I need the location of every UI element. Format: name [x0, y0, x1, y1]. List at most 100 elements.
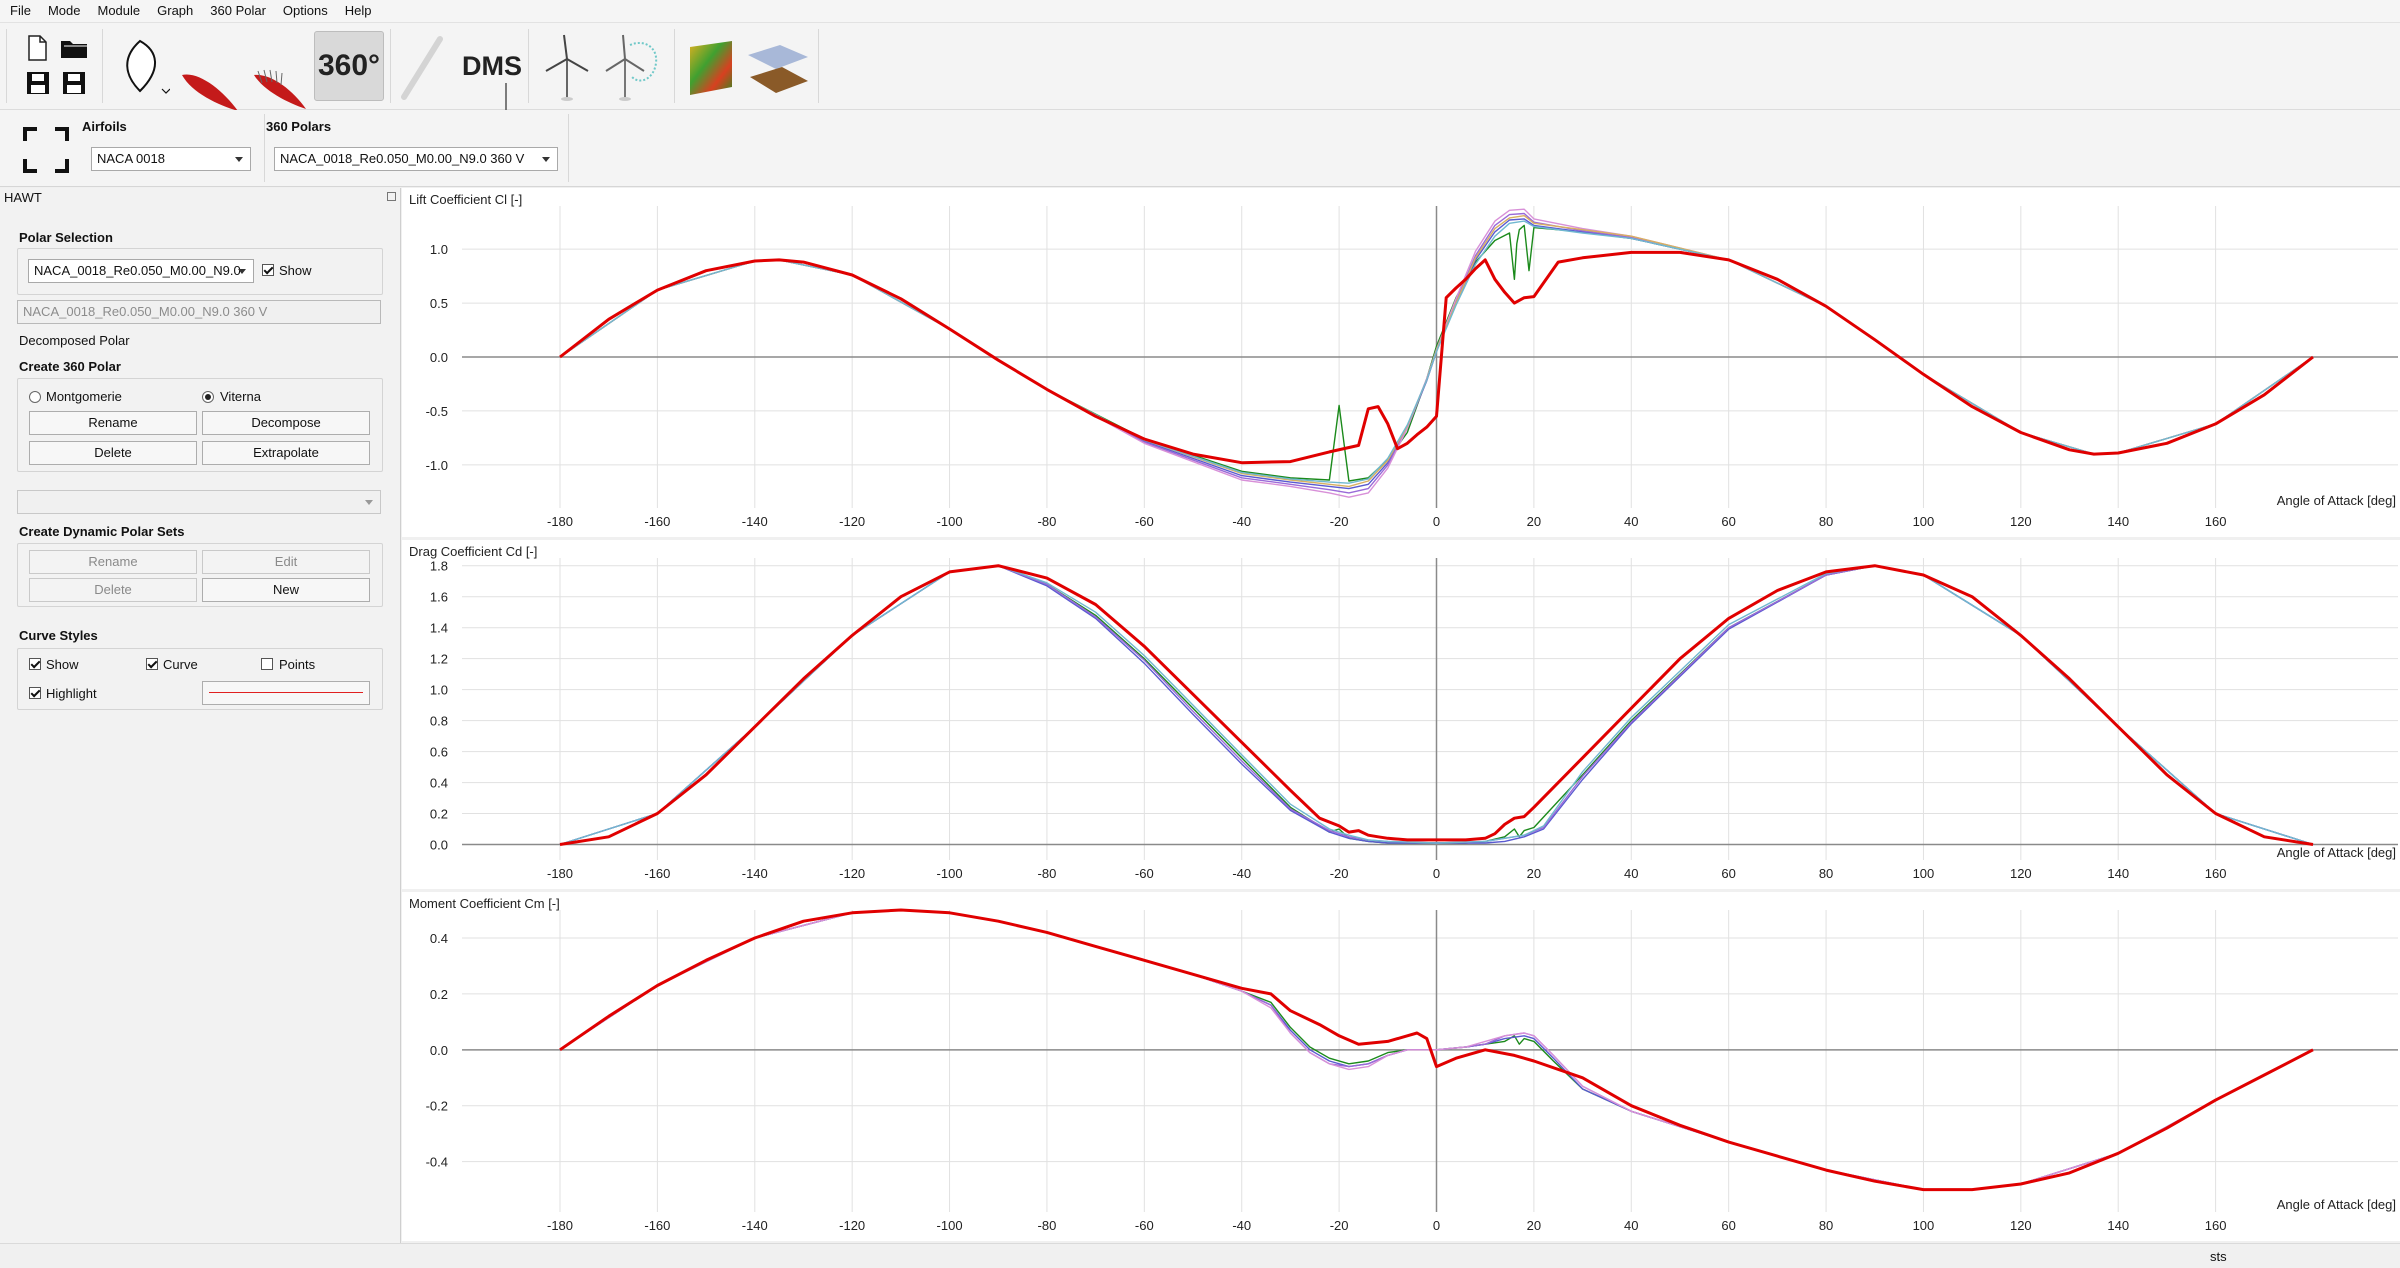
chart-panel-1[interactable]: -180 -160 -140 -120 -100 -80 -60 -40 -20 0 20 40 60 8… — [402, 188, 2400, 537]
highlight-checkbox[interactable] — [29, 687, 41, 699]
y-tick-label: 0.8 — [430, 714, 448, 729]
dynamic-polar-select[interactable] — [17, 490, 381, 514]
x-tick-label: -180 — [547, 1218, 573, 1233]
menu-mode[interactable]: Mode — [39, 0, 89, 22]
decompose-button[interactable]: Decompose — [202, 411, 370, 435]
x-tick-label: -120 — [839, 1218, 865, 1233]
x-tick-label: 40 — [1624, 514, 1638, 529]
new-project-icon[interactable] — [26, 35, 48, 61]
hawt-simulation-icon[interactable] — [600, 33, 660, 101]
x-tick-label: -80 — [1038, 1218, 1057, 1233]
menu-module[interactable]: Module — [88, 0, 148, 22]
points-checkbox[interactable] — [261, 658, 273, 670]
airfoil-select[interactable]: NACA 0018 — [91, 147, 251, 171]
x-tick-label: 60 — [1721, 866, 1735, 881]
show-curve-label: Show — [46, 657, 79, 672]
x-tick-label: 40 — [1624, 866, 1638, 881]
wind-field-icon[interactable] — [686, 39, 736, 97]
open-folder-icon[interactable] — [60, 37, 88, 59]
polar-graphs[interactable]: -180 -160 -140 -120 -100 -80 -60 -40 -20 0 20 40 60 8… — [402, 188, 2400, 1243]
hawt-turbine-icon[interactable] — [540, 33, 594, 101]
chart-background — [402, 540, 2400, 889]
dynamic-sets-title: Create Dynamic Polar Sets — [19, 524, 185, 539]
x-tick-label: 0 — [1433, 866, 1440, 881]
x-tick-label: -100 — [937, 866, 963, 881]
x-tick-label: -160 — [644, 1218, 670, 1233]
x-tick-label: -120 — [839, 514, 865, 529]
montgomerie-label: Montgomerie — [46, 389, 122, 404]
y-tick-label: 0.0 — [430, 350, 448, 365]
menu-file[interactable]: File — [0, 0, 39, 22]
create-360-title: Create 360 Polar — [19, 359, 121, 374]
x-tick-label: 80 — [1819, 514, 1833, 529]
x-tick-label: 100 — [1913, 866, 1935, 881]
x-tick-label: -140 — [742, 1218, 768, 1233]
new-set-button[interactable]: New — [202, 578, 370, 602]
x-tick-label: -100 — [937, 1218, 963, 1233]
curve-label: Curve — [163, 657, 198, 672]
show-polar-label: Show — [279, 263, 312, 278]
status-text: sts — [2210, 1249, 2227, 1264]
x-tick-label: 60 — [1721, 1218, 1735, 1233]
x-tick-label: 120 — [2010, 866, 2032, 881]
y-tick-label: 1.0 — [430, 242, 448, 257]
y-tick-label: 1.8 — [430, 559, 448, 574]
menu-options[interactable]: Options — [274, 0, 336, 22]
x-axis-label: Angle of Attack [deg] — [2277, 493, 2396, 508]
x-tick-label: 60 — [1721, 514, 1735, 529]
rename-set-button[interactable]: Rename — [29, 550, 197, 574]
viterna-radio[interactable] — [202, 391, 214, 403]
fullscreen-icon[interactable] — [22, 126, 70, 174]
delete-set-button[interactable]: Delete — [29, 578, 197, 602]
polar-name-value: NACA_0018_Re0.050_M0.00_N9.0 360 V — [23, 304, 268, 319]
highlight-label: Highlight — [46, 686, 97, 701]
x-tick-label: 160 — [2205, 1218, 2227, 1233]
delete-polar-button[interactable]: Delete — [29, 441, 197, 465]
polar-select[interactable]: NACA_0018_Re0.050_M0.00_N9.0 360 V — [274, 147, 558, 171]
polar-selection-select[interactable]: NACA_0018_Re0.050_M0.00_N9.0 — [28, 259, 254, 283]
curve-styles-title: Curve Styles — [19, 628, 98, 643]
polar-name-field[interactable]: NACA_0018_Re0.050_M0.00_N9.0 360 V — [17, 300, 381, 324]
curve-checkbox[interactable] — [146, 658, 158, 670]
menu-help[interactable]: Help — [336, 0, 380, 22]
y-tick-label: 0.0 — [430, 1043, 448, 1058]
x-tick-label: 120 — [2010, 1218, 2032, 1233]
x-tick-label: -140 — [742, 866, 768, 881]
show-curve-checkbox[interactable] — [29, 658, 41, 670]
chart-panel-2[interactable]: -180 -160 -140 -120 -100 -80 -60 -40 -20 0 20 40 60 8… — [402, 540, 2400, 889]
float-dock-icon[interactable] — [387, 192, 396, 201]
y-tick-label: 0.2 — [430, 987, 448, 1002]
polar-extrapolation-icon[interactable] — [248, 67, 310, 115]
x-tick-label: 20 — [1527, 1218, 1541, 1233]
x-tick-label: -160 — [644, 514, 670, 529]
y-tick-label: 0.5 — [430, 296, 448, 311]
chart-background — [402, 892, 2400, 1241]
save-icon[interactable] — [26, 71, 50, 95]
blade-design-icon[interactable] — [396, 35, 448, 101]
menu-360-polar[interactable]: 360 Polar — [201, 0, 274, 22]
x-tick-label: -40 — [1232, 514, 1251, 529]
montgomerie-radio[interactable] — [29, 391, 41, 403]
edit-set-button[interactable]: Edit — [202, 550, 370, 574]
line-style-button[interactable] — [202, 681, 370, 705]
x-tick-label: 140 — [2107, 866, 2129, 881]
terrain-icon[interactable] — [746, 43, 810, 95]
x-tick-label: -80 — [1038, 866, 1057, 881]
show-polar-checkbox[interactable] — [262, 264, 274, 276]
polar-selection-value: NACA_0018_Re0.050_M0.00_N9.0 — [34, 263, 241, 278]
airfoil-design-icon[interactable] — [118, 35, 170, 97]
x-tick-label: -60 — [1135, 1218, 1154, 1233]
decomposed-polar-label: Decomposed Polar — [19, 333, 130, 348]
x-axis-label: Angle of Attack [deg] — [2277, 1197, 2396, 1212]
rename-polar-button[interactable]: Rename — [29, 411, 197, 435]
menu-graph[interactable]: Graph — [148, 0, 201, 22]
x-tick-label: -180 — [547, 514, 573, 529]
chevron-down-icon — [238, 269, 246, 274]
x-tick-label: -20 — [1330, 514, 1349, 529]
panel-title: HAWT — [4, 190, 42, 205]
360-polar-button[interactable]: 360° — [314, 31, 384, 101]
chart-panel-3[interactable]: -180 -160 -140 -120 -100 -80 -60 -40 -20 0 20 40 60 8… — [402, 892, 2400, 1241]
x-tick-label: -40 — [1232, 1218, 1251, 1233]
save-as-icon[interactable] — [62, 71, 86, 95]
extrapolate-button[interactable]: Extrapolate — [202, 441, 370, 465]
